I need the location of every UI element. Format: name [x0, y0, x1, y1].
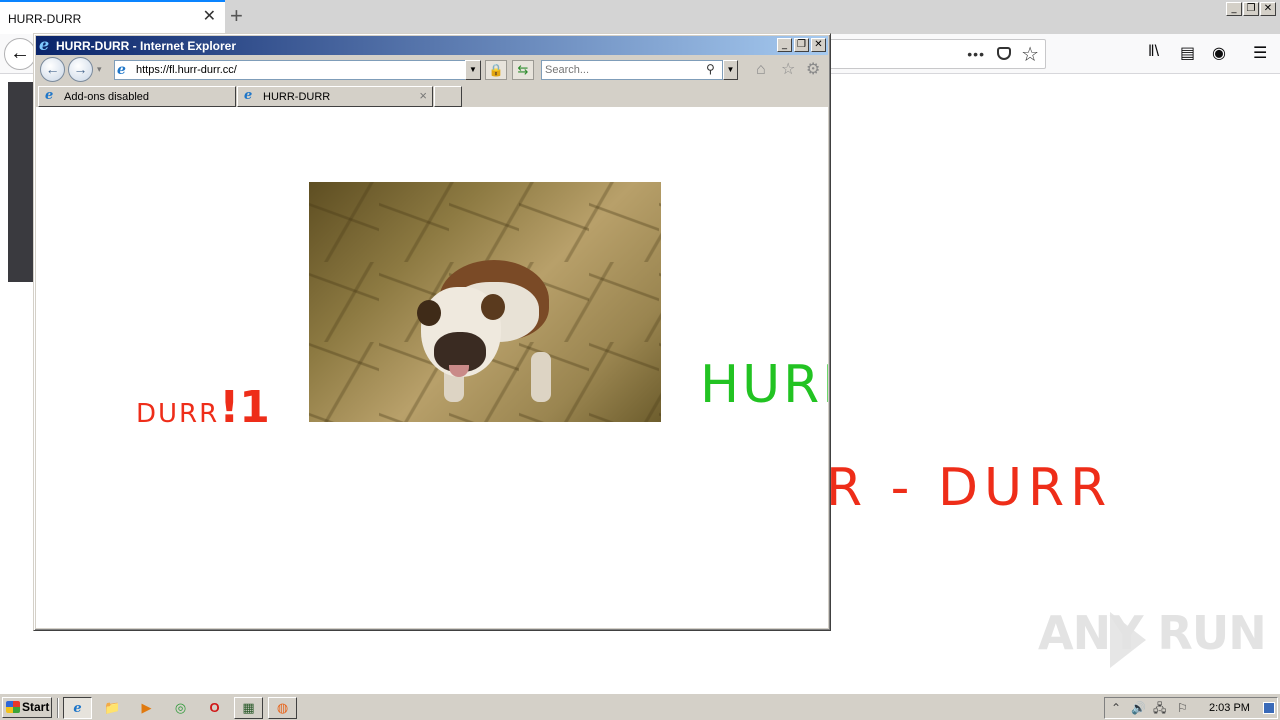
anyrun-watermark: ANY RUN: [1038, 606, 1267, 660]
internet-explorer-icon: e: [73, 701, 82, 716]
ie-search-box[interactable]: ⚲: [541, 60, 723, 80]
action-center-flag-icon[interactable]: ⚐: [1177, 700, 1188, 716]
restore-button[interactable]: ❐: [1243, 2, 1259, 16]
refresh-icon[interactable]: ⇆: [512, 60, 534, 80]
windows-logo-icon: [6, 701, 20, 713]
ie-window-title: HURR-DURR - Internet Explorer: [56, 39, 237, 53]
folder-icon: 📁: [104, 700, 121, 715]
show-hidden-icons[interactable]: ⌃: [1111, 700, 1121, 716]
firefox-tab-strip: HURR-DURR ✕ + _ ❐ ✕: [0, 0, 1280, 34]
taskbar-task-manager[interactable]: ▦: [234, 697, 263, 719]
new-tab-button[interactable]: +: [230, 4, 243, 28]
durr-exclaim-text: !1: [219, 382, 270, 433]
ie-window-controls: _ ❐ ✕: [777, 38, 826, 52]
security-lock-icon[interactable]: 🔒: [485, 60, 507, 80]
home-icon[interactable]: ⌂: [756, 61, 766, 79]
taskbar-internet-explorer[interactable]: e: [63, 697, 92, 719]
media-player-icon: ▶: [141, 700, 152, 715]
hurr-heading: HURR: [700, 355, 828, 415]
firefox-icon: ◍: [276, 700, 289, 715]
background-hurr-durr-text: R - DURR: [826, 458, 1113, 518]
dog-leg-right: [531, 352, 551, 402]
new-tab-button[interactable]: [434, 86, 462, 107]
task-manager-icon: ▦: [242, 700, 255, 715]
ie-maximize-button[interactable]: ❐: [794, 38, 809, 52]
firefox-tab[interactable]: HURR-DURR ✕: [0, 0, 225, 34]
taskbar-media-player[interactable]: ▶: [132, 697, 161, 719]
start-label: Start: [22, 700, 50, 714]
dog-ear-right: [481, 294, 505, 320]
taskbar-chrome[interactable]: ◎: [166, 697, 195, 719]
account-icon[interactable]: ◉: [1212, 43, 1226, 63]
close-button[interactable]: ✕: [1260, 2, 1276, 16]
tab-hurr-durr[interactable]: e HURR-DURR ×: [237, 86, 433, 107]
taskbar-separator: [57, 698, 59, 718]
ie-title-bar[interactable]: e HURR-DURR - Internet Explorer _ ❐ ✕: [36, 36, 828, 55]
durr-small-text: DURR: [136, 399, 220, 429]
recent-pages-dropdown-icon[interactable]: ▾: [97, 64, 102, 75]
ie-search-input[interactable]: [545, 63, 695, 77]
search-icon[interactable]: ⚲: [706, 62, 715, 76]
tab-add-ons-disabled[interactable]: e Add-ons disabled: [38, 86, 236, 107]
dog-ear-left: [417, 300, 441, 326]
ie-address-text[interactable]: https://fl.hurr-durr.cc/: [136, 64, 237, 76]
ie-back-button[interactable]: ←: [40, 57, 65, 82]
ie-close-button[interactable]: ✕: [811, 38, 826, 52]
tab-ie-icon: e: [45, 88, 54, 103]
durr-heading: DURR!1: [136, 382, 270, 433]
windows-taskbar: Start e 📁 ▶ ◎ O ▦ ◍ ⌃ 🔊 🖧 ⚐ 2:03 PM: [0, 693, 1280, 720]
internet-explorer-window: e HURR-DURR - Internet Explorer _ ❐ ✕ ← …: [33, 33, 831, 631]
bulldog-photo: [309, 182, 661, 422]
taskbar-opera[interactable]: O: [200, 697, 229, 719]
back-button[interactable]: ←: [4, 38, 36, 70]
bookmark-star-icon[interactable]: ☆: [1021, 42, 1039, 67]
ie-logo-icon: e: [39, 35, 50, 54]
firefox-page-dark-strip: [8, 82, 33, 282]
tools-gear-icon[interactable]: ⚙: [806, 61, 820, 79]
clock[interactable]: 2:03 PM: [1209, 702, 1250, 714]
favorites-star-icon[interactable]: ☆: [781, 61, 795, 79]
firefox-window-controls: _ ❐ ✕: [1226, 2, 1276, 16]
network-icon[interactable]: 🖧: [1153, 700, 1166, 716]
start-button[interactable]: Start: [2, 697, 52, 718]
chrome-icon: ◎: [174, 700, 187, 715]
show-desktop-button[interactable]: [1263, 702, 1275, 714]
system-tray: ⌃ 🔊 🖧 ⚐ 2:03 PM: [1104, 697, 1278, 719]
ie-navigation-bar: ← → ▾ e https://fl.hurr-durr.cc/ ▼ 🔒 ⇆ ⚲…: [36, 55, 828, 85]
page-actions-icon[interactable]: •••: [967, 46, 985, 62]
menu-icon[interactable]: ☰: [1253, 43, 1267, 63]
sidebar-icon[interactable]: ▤: [1180, 43, 1195, 63]
address-dropdown-button[interactable]: ▼: [465, 60, 481, 80]
pocket-icon[interactable]: [997, 47, 1011, 60]
tab-label: HURR-DURR: [263, 91, 331, 103]
search-dropdown-button[interactable]: ▼: [723, 60, 738, 80]
ie-address-bar[interactable]: e https://fl.hurr-durr.cc/: [114, 60, 481, 80]
library-icon[interactable]: ǁ\: [1148, 43, 1159, 61]
ie-forward-button[interactable]: →: [68, 57, 93, 82]
opera-icon: O: [209, 700, 220, 715]
ie-minimize-button[interactable]: _: [777, 38, 792, 52]
close-tab-icon[interactable]: ×: [419, 89, 427, 103]
tab-ie-icon: e: [244, 88, 253, 103]
minimize-button[interactable]: _: [1226, 2, 1242, 16]
ie-page-content: DURR!1 HURR: [36, 107, 828, 628]
ie-tab-row: e Add-ons disabled e HURR-DURR ×: [36, 85, 828, 107]
taskbar-firefox[interactable]: ◍: [268, 697, 297, 719]
tab-label: Add-ons disabled: [64, 91, 150, 103]
taskbar-file-explorer[interactable]: 📁: [98, 697, 127, 719]
page-ie-icon: e: [117, 62, 126, 78]
firefox-tab-title: HURR-DURR: [8, 12, 82, 26]
volume-icon[interactable]: 🔊: [1131, 700, 1146, 716]
close-tab-icon[interactable]: ✕: [203, 9, 216, 25]
